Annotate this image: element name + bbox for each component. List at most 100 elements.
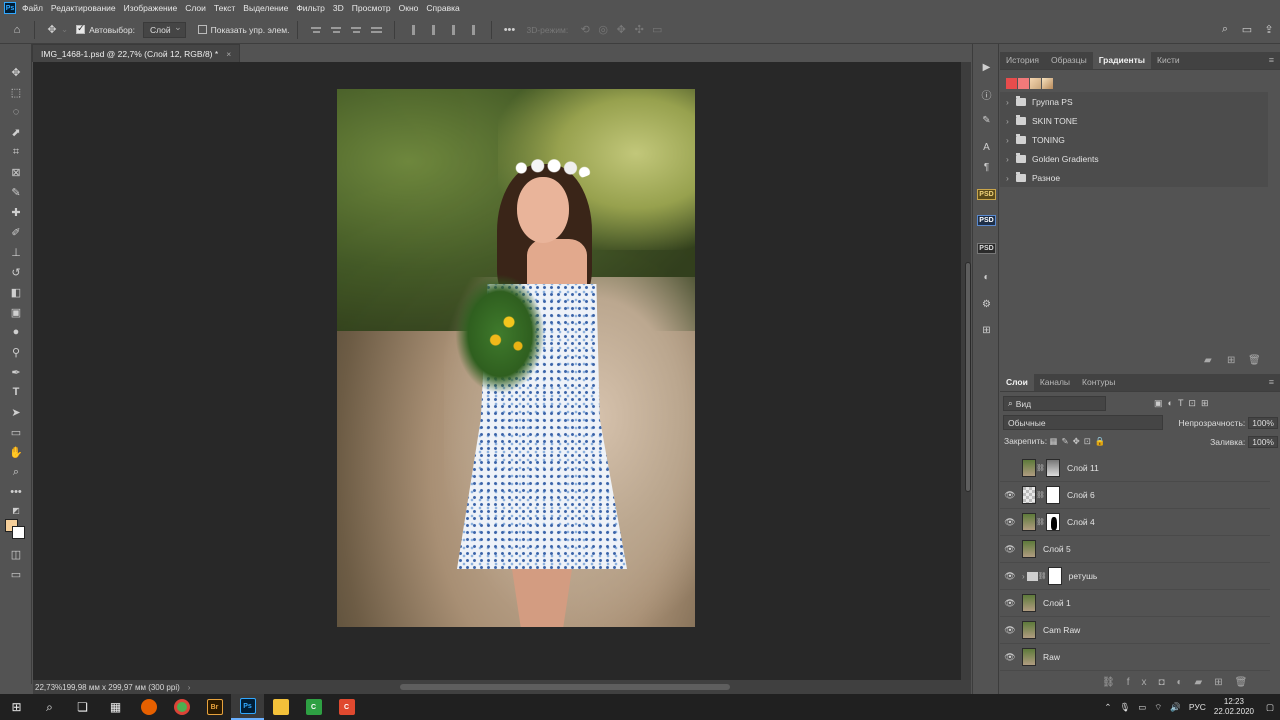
eye-icon[interactable]: 👁	[1000, 490, 1020, 501]
menu-select[interactable]: Выделение	[243, 3, 288, 13]
network-icon[interactable]: ▭	[1138, 702, 1146, 713]
bridge-icon[interactable]: Br	[198, 694, 231, 720]
move-tool-icon[interactable]: ✥	[43, 21, 61, 39]
document-tab[interactable]: IMG_1468-1.psd @ 22,7% (Слой 12, RGB/8) …	[32, 44, 241, 62]
microphone-icon[interactable]: 🎙	[1119, 702, 1130, 713]
tab-brushes[interactable]: Кисти	[1151, 52, 1186, 69]
healing-brush-tool-icon[interactable]: ✚	[7, 204, 25, 220]
align-top-icon[interactable]	[406, 23, 420, 37]
quick-select-tool-icon[interactable]: ⬈	[7, 124, 25, 140]
psd-plugin-icon-1[interactable]: PSD	[977, 186, 996, 202]
gradient-folder[interactable]: › TONING	[1000, 130, 1268, 149]
dodge-tool-icon[interactable]: ⚲	[7, 344, 25, 360]
gradient-folder[interactable]: › SKIN TONE	[1000, 111, 1268, 130]
pen-tool-icon[interactable]: ✒	[7, 364, 25, 380]
file-explorer-icon[interactable]	[264, 694, 297, 720]
gradient-swatch[interactable]	[1030, 78, 1041, 89]
fill-value[interactable]: 100%	[1248, 436, 1278, 448]
chevron-right-icon[interactable]: ›	[1022, 572, 1025, 581]
adjust-brush-icon[interactable]: ✎	[978, 112, 995, 128]
horizontal-scrollbar-thumb[interactable]	[400, 684, 730, 690]
volume-icon[interactable]: 🔊	[1170, 702, 1181, 713]
menu-filter[interactable]: Фильтр	[296, 3, 325, 13]
psd-plugin-icon-2[interactable]: PSD	[977, 212, 996, 228]
chevron-right-icon[interactable]: ›	[1006, 116, 1016, 126]
align-center-h-icon[interactable]	[329, 23, 343, 37]
eyedropper-tool-icon[interactable]: ✎	[7, 184, 25, 200]
opacity-value[interactable]: 100%	[1248, 417, 1278, 429]
layer-group-row[interactable]: 👁 › ⛓ ретушь	[1000, 563, 1270, 590]
gradient-folder[interactable]: › Golden Gradients	[1000, 149, 1268, 168]
align-right-icon[interactable]	[349, 23, 363, 37]
frame-tool-icon[interactable]: ⊠	[7, 164, 25, 180]
camtasia-icon[interactable]: C	[297, 694, 330, 720]
notifications-icon[interactable]: ▢	[1266, 702, 1274, 713]
chevron-right-icon[interactable]: ›	[1006, 97, 1016, 107]
status-menu-arrow-icon[interactable]: ›	[188, 683, 191, 692]
distribute-icon[interactable]	[369, 23, 383, 37]
workspace-icon[interactable]: ▭	[1238, 21, 1256, 39]
tab-channels[interactable]: Каналы	[1034, 374, 1076, 391]
blend-mode-dropdown[interactable]: Обычные	[1003, 415, 1163, 430]
autoselect-checkbox[interactable]	[76, 23, 86, 34]
panel-menu-icon[interactable]: ≡	[1269, 377, 1274, 391]
eye-icon[interactable]: 👁	[1000, 598, 1020, 609]
show-transform-checkbox[interactable]	[197, 25, 207, 34]
tab-history[interactable]: История	[1000, 52, 1045, 69]
layer-row[interactable]: 👁 Raw	[1000, 644, 1270, 671]
eye-icon[interactable]: 👁	[1000, 625, 1020, 636]
layer-row[interactable]: 👁 Cam Raw	[1000, 617, 1270, 644]
layer-row[interactable]: 👁 ⛓ Слой 6	[1000, 482, 1270, 509]
distribute-v-icon[interactable]	[466, 23, 480, 37]
play-actions-icon[interactable]: ▶	[978, 59, 995, 75]
menu-window[interactable]: Окно	[399, 3, 419, 13]
search-icon[interactable]: ⌕	[33, 694, 66, 720]
chevron-right-icon[interactable]: ›	[1006, 135, 1016, 145]
background-color-swatch[interactable]	[12, 526, 25, 539]
tab-swatches[interactable]: Образцы	[1045, 52, 1093, 69]
windows-start-icon[interactable]: ⊞	[0, 694, 33, 720]
gradient-tool-icon[interactable]: ▣	[7, 304, 25, 320]
fill-control[interactable]: Заливка: 100%	[1210, 436, 1278, 448]
eraser-tool-icon[interactable]: ◧	[7, 284, 25, 300]
tool-preset-chevron-icon[interactable]: ⌄	[61, 24, 68, 35]
properties-icon[interactable]: ⊞	[978, 322, 995, 338]
align-left-icon[interactable]	[309, 23, 323, 37]
chevron-right-icon[interactable]: ›	[1006, 154, 1016, 164]
layer-row[interactable]: 👁 Слой 5	[1000, 536, 1270, 563]
more-tools-icon[interactable]: •••	[7, 484, 25, 500]
autoselect-dropdown[interactable]: Слой	[142, 21, 186, 38]
gradient-swatch[interactable]	[1018, 78, 1029, 89]
menu-view[interactable]: Просмотр	[352, 3, 391, 13]
document-image[interactable]	[337, 89, 695, 627]
canvas-area[interactable]	[33, 62, 961, 680]
tray-overflow-icon[interactable]: ⌃	[1104, 702, 1111, 713]
panel-menu-icon[interactable]: ≡	[1269, 55, 1274, 69]
menu-layers[interactable]: Слои	[185, 3, 206, 13]
new-group-icon[interactable]: ▰	[1204, 355, 1212, 366]
chevron-right-icon[interactable]: ›	[1006, 173, 1016, 183]
tab-layers[interactable]: Слои	[1000, 374, 1034, 391]
hand-tool-icon[interactable]: ✋	[7, 444, 25, 460]
blur-tool-icon[interactable]: ●	[7, 324, 25, 340]
layer-filter-dropdown[interactable]: ⌕ Вид	[1003, 396, 1106, 411]
menu-type[interactable]: Текст	[214, 3, 235, 13]
clock[interactable]: 12:23 22.02.2020	[1214, 697, 1254, 717]
vertical-scrollbar[interactable]	[961, 62, 971, 680]
type-tool-icon[interactable]: T	[7, 384, 25, 400]
align-middle-v-icon[interactable]	[426, 23, 440, 37]
screen-mode-icon[interactable]: ▭	[7, 566, 25, 582]
zoom-tool-icon[interactable]: ⌕	[7, 464, 25, 480]
photoshop-taskbar-icon[interactable]: Ps	[231, 694, 264, 720]
task-view-icon[interactable]: ❏	[66, 694, 99, 720]
info-icon[interactable]: ⓘ	[978, 86, 995, 102]
search-icon[interactable]: ⌕	[1216, 21, 1234, 39]
wifi-icon[interactable]: ⌔	[1154, 702, 1162, 713]
lock-icons[interactable]: ▦✎✥⊡🔒	[1049, 436, 1109, 446]
brush-tool-icon[interactable]: ✐	[7, 224, 25, 240]
tab-paths[interactable]: Контуры	[1076, 374, 1121, 391]
layer-row[interactable]: ⛓ Слой 11	[1000, 455, 1270, 482]
gradient-folder[interactable]: › Разное	[1000, 168, 1268, 187]
eye-icon[interactable]: 👁	[1000, 544, 1020, 555]
marquee-tool-icon[interactable]: ⬚	[7, 84, 25, 100]
